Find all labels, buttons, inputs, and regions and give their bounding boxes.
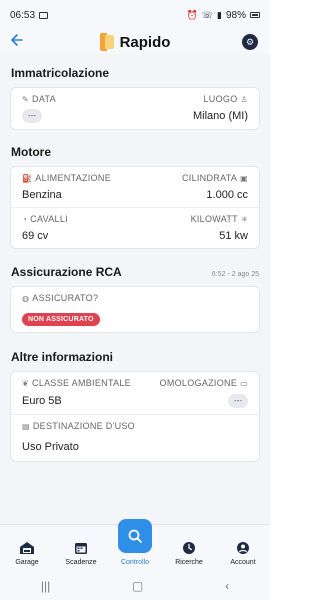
home-icon[interactable]: ▢ (132, 579, 143, 593)
card-icon: ▭ (240, 378, 248, 388)
alarm-icon: ⏰ (186, 9, 198, 20)
nav-label-scadenze: Scadenze (65, 559, 97, 566)
kilowatt-label-wrap: KILOWATT ✳ (191, 214, 248, 224)
nav-account[interactable]: Account (216, 525, 270, 572)
person-icon: ♙ (240, 94, 248, 104)
nav-garage[interactable]: Garage (0, 525, 54, 572)
section-title-altre: Altre informazioni (11, 350, 114, 364)
rapido-logo-icon (99, 33, 114, 51)
data-value: --- (22, 109, 42, 123)
omologazione-value: --- (228, 394, 248, 408)
divider (11, 207, 259, 208)
nav-controllo[interactable]: Controllo (108, 519, 162, 572)
cilindrata-label-wrap: CILINDRATA ▣ (182, 173, 248, 183)
back-arrow-icon[interactable] (10, 33, 28, 51)
card-altre: ❦ CLASSE AMBIENTALE OMOLOGAZIONE ▭ Euro … (10, 371, 260, 462)
section-title-assicurazione: Assicurazione RCA 6:52 - 2 ago 25 (0, 265, 270, 279)
cilindrata-label: CILINDRATA (181, 173, 238, 183)
cavalli-value: 69 cv (22, 230, 49, 242)
nav-ricerche[interactable]: Ricerche (162, 525, 216, 572)
brand: Rapido (99, 33, 171, 51)
luogo-label-wrap: LUOGO ♙ (204, 94, 249, 104)
card-immatricolazione: ✎ DATA LUOGO ♙ --- Milano (MI) (10, 87, 260, 130)
power-icon: ✳ (240, 214, 248, 224)
assicurato-label: ASSICURATO? (32, 293, 99, 303)
bottom-nav: Garage Scadenze Controllo Ricerche Accou… (0, 519, 270, 572)
classe-label-wrap: ❦ CLASSE AMBIENTALE (22, 378, 131, 388)
alimentazione-label: ALIMENTAZIONE (35, 173, 112, 183)
main-content[interactable]: Immatricolazione ✎ DATA LUOGO ♙ --- Mila… (0, 54, 270, 524)
app-header: Rapido ⚙ (0, 30, 270, 54)
wifi-call-icon: ☏ (201, 9, 214, 20)
destinazione-label: DESTINAZIONE D'USO (32, 421, 135, 431)
cilindrata-value: 1.000 cc (206, 189, 248, 201)
classe-value: Euro 5B (22, 395, 62, 407)
section-title-immatricolazione: Immatricolazione (11, 66, 110, 80)
destinazione-label-wrap: ▤ DESTINAZIONE D'USO (22, 421, 248, 431)
luogo-label: LUOGO (203, 94, 238, 104)
section-title-motore: Motore (11, 145, 51, 159)
nav-label-account: Account (230, 559, 256, 566)
nav-scadenze[interactable]: Scadenze (54, 525, 108, 572)
battery-percent: 98% (225, 9, 246, 21)
fuel-icon: ⛽ (22, 173, 33, 183)
app-title: Rapido (119, 33, 171, 51)
account-icon (235, 541, 251, 555)
omologazione-label: OMOLOGAZIONE (159, 378, 238, 388)
globe-icon: ◍ (22, 293, 30, 303)
cavalli-label: CAVALLI (30, 214, 68, 224)
calendar-icon (73, 541, 89, 555)
alimentazione-value: Benzina (22, 189, 62, 201)
nav-label-controllo: Controllo (120, 559, 149, 566)
card-motore: ⛽ ALIMENTAZIONE CILINDRATA ▣ Benzina 1.0… (10, 166, 260, 249)
status-bar: 06:53 ⏰ ☏ ▮ 98% (0, 0, 270, 30)
engine-icon: ▣ (240, 173, 248, 183)
luogo-value: Milano (MI) (192, 110, 248, 122)
data-label: DATA (32, 94, 56, 104)
kilowatt-label: KILOWATT (190, 214, 238, 224)
assicurato-label-wrap: ◍ ASSICURATO? (22, 293, 248, 303)
nav-label-ricerche: Ricerche (175, 559, 203, 566)
assicurazione-title: Assicurazione RCA (11, 265, 122, 279)
divider (11, 414, 259, 415)
search-icon (118, 519, 152, 553)
status-badge: NON ASSICURATO (22, 313, 100, 326)
cavalli-label-wrap: ◔ CAVALLI (22, 214, 68, 224)
classe-label: CLASSE AMBIENTALE (32, 378, 131, 388)
data-label-wrap: ✎ DATA (22, 94, 56, 104)
status-time: 06:53 (10, 9, 36, 21)
nav-label-garage: Garage (15, 559, 39, 566)
kilowatt-value: 51 kw (219, 230, 248, 242)
document-icon: ▤ (22, 421, 30, 431)
omologazione-label-wrap: OMOLOGAZIONE ▭ (160, 378, 248, 388)
image-notification-icon (39, 11, 49, 19)
history-icon (181, 541, 197, 555)
back-icon[interactable]: ‹ (225, 579, 229, 593)
recents-icon[interactable]: ||| (41, 579, 50, 593)
battery-icon (250, 12, 260, 18)
gear-icon[interactable]: ⚙ (242, 34, 258, 50)
signal-icon: ▮ (217, 9, 222, 20)
destinazione-value: Uso Privato (22, 441, 79, 453)
speedometer-icon: ◔ (22, 214, 28, 224)
system-nav-bar: ||| ▢ ‹ (0, 572, 270, 600)
card-assicurazione: ◍ ASSICURATO? NON ASSICURATO (10, 286, 260, 333)
alimentazione-label-wrap: ⛽ ALIMENTAZIONE (22, 173, 111, 183)
assicurazione-timestamp: 6:52 - 2 ago 25 (211, 271, 259, 278)
pencil-icon: ✎ (22, 94, 30, 104)
garage-icon (19, 541, 35, 555)
leaf-icon: ❦ (22, 378, 30, 388)
